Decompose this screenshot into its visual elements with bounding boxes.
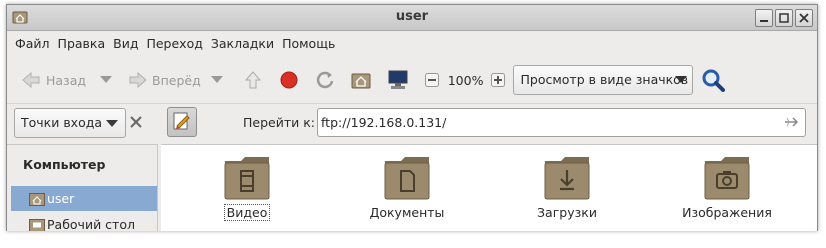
close-icon	[799, 13, 809, 23]
sidebar-heading: Компьютер	[23, 157, 106, 172]
desktop-folder-icon	[29, 218, 45, 231]
maximize-button[interactable]	[775, 9, 793, 27]
home-folder-icon	[29, 192, 45, 206]
menu-file[interactable]: Файл	[11, 36, 54, 51]
toolbar: Назад Вперёд 100% Просмотр в виде значко…	[7, 57, 817, 103]
file-item-pictures[interactable]: Изображения	[667, 155, 787, 220]
window-title: user	[395, 9, 429, 24]
forward-history-arrow-icon[interactable]	[210, 76, 223, 84]
file-item-downloads[interactable]: Загрузки	[507, 155, 627, 220]
address-value: ftp://192.168.0.131/	[321, 115, 447, 130]
go-arrow-icon[interactable]	[784, 115, 800, 129]
file-name: Видео	[223, 204, 271, 221]
downloads-folder-icon	[544, 157, 590, 200]
menu-view[interactable]: Вид	[109, 36, 142, 51]
file-view: Видео Документы Загрузки Изображения	[161, 144, 817, 231]
back-label: Назад	[46, 72, 87, 88]
reload-icon[interactable]	[315, 70, 335, 90]
sidebar-item-label: Рабочий стол	[47, 217, 135, 231]
forward-label: Вперёд	[152, 72, 201, 88]
menu-bookmarks[interactable]: Закладки	[207, 36, 278, 51]
file-item-documents[interactable]: Документы	[347, 155, 467, 220]
computer-icon[interactable]	[387, 70, 409, 90]
location-bar: Точки входа Перейти к: ftp://192.168.0.1…	[7, 103, 817, 144]
forward-arrow-icon	[129, 71, 147, 89]
places-select[interactable]: Точки входа	[14, 108, 126, 138]
view-mode-value: Просмотр в виде значков	[520, 72, 689, 87]
edit-icon	[173, 112, 190, 130]
goto-label: Перейти к:	[243, 115, 315, 130]
sidebar-item-desktop[interactable]: Рабочий стол	[11, 212, 157, 231]
zoom-in-icon[interactable]	[491, 73, 506, 87]
chevron-down-icon	[106, 120, 118, 127]
file-item-video[interactable]: Видео	[187, 155, 307, 221]
back-history-arrow-icon[interactable]	[100, 76, 113, 84]
menu-help[interactable]: Помощь	[278, 36, 339, 51]
stop-icon[interactable]	[279, 70, 299, 90]
documents-folder-icon	[384, 157, 430, 200]
file-manager-window: user Файл Правка Вид Переход Закладки По…	[6, 4, 818, 231]
places-value: Точки входа	[21, 115, 103, 130]
file-name: Загрузки	[537, 205, 597, 220]
address-input[interactable]: ftp://192.168.0.131/	[317, 108, 806, 137]
toggle-location-edit-button[interactable]	[167, 107, 197, 137]
menu-go[interactable]: Переход	[142, 36, 206, 51]
maximize-icon	[779, 13, 789, 23]
menu-edit[interactable]: Правка	[54, 36, 110, 51]
sidebar-item-user[interactable]: user	[11, 186, 157, 211]
search-icon[interactable]	[701, 68, 726, 92]
chevron-down-icon	[675, 76, 688, 83]
view-mode-select[interactable]: Просмотр в виде значков	[513, 65, 694, 95]
home-icon[interactable]	[351, 71, 371, 89]
minimize-icon	[760, 20, 768, 22]
menu-bar: Файл Правка Вид Переход Закладки Помощь	[7, 31, 817, 55]
close-window-button[interactable]	[795, 9, 813, 27]
close-sidebar-icon[interactable]	[128, 114, 144, 130]
file-name: Изображения	[682, 205, 772, 220]
zoom-out-icon[interactable]	[424, 73, 439, 87]
back-arrow-icon	[22, 71, 40, 89]
zoom-level: 100%	[447, 72, 484, 88]
sidebar-item-label: user	[47, 191, 75, 206]
pictures-folder-icon	[704, 157, 750, 200]
minimize-button[interactable]	[755, 9, 773, 27]
up-arrow-icon[interactable]	[243, 70, 263, 90]
places-sidebar: Компьютер user Рабочий стол	[7, 144, 158, 231]
back-button[interactable]: Назад	[21, 71, 86, 89]
video-folder-icon	[224, 157, 270, 200]
file-name: Документы	[369, 205, 445, 220]
title-bar[interactable]: user	[7, 5, 817, 31]
forward-button[interactable]: Вперёд	[128, 71, 201, 89]
